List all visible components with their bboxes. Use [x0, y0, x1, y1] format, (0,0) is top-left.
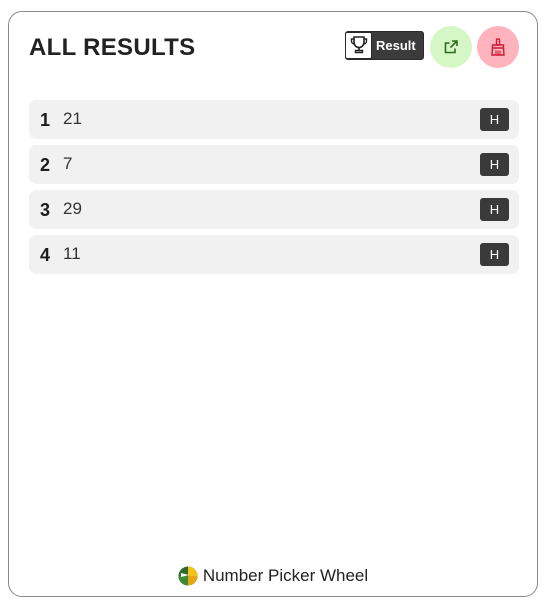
result-row: 2 7 H [29, 145, 519, 184]
trophy-icon [345, 31, 372, 59]
result-index: 4 [40, 245, 51, 265]
result-button-label: Result [376, 38, 416, 53]
result-value: 21 [63, 109, 82, 128]
clear-results-button[interactable] [477, 26, 519, 68]
result-index: 2 [40, 155, 51, 175]
hide-button[interactable]: H [480, 108, 509, 131]
external-link-icon [444, 40, 458, 54]
broom-icon [491, 38, 505, 56]
share-button[interactable] [430, 26, 472, 68]
result-value: 7 [63, 154, 73, 173]
panel-title: ALL RESULTS [29, 34, 196, 61]
result-value: 29 [63, 199, 82, 218]
result-button[interactable]: Result [345, 31, 424, 60]
wheel-logo-icon [178, 566, 198, 586]
result-index: 3 [40, 200, 51, 220]
footer-brand[interactable]: Number Picker Wheel [9, 566, 537, 586]
result-value: 11 [63, 244, 81, 263]
result-row: 1 21 H [29, 100, 519, 139]
hide-button[interactable]: H [480, 153, 509, 176]
hide-button[interactable]: H [480, 198, 509, 221]
results-panel: ALL RESULTS Result 1 21 H 2 7 H 3 29 H 4… [8, 11, 538, 597]
result-index: 1 [40, 110, 51, 130]
results-list: 1 21 H 2 7 H 3 29 H 4 11 H [29, 100, 519, 280]
result-row: 4 11 H [29, 235, 519, 274]
result-row: 3 29 H [29, 190, 519, 229]
footer-app-name: Number Picker Wheel [202, 566, 369, 585]
hide-button[interactable]: H [480, 243, 509, 266]
